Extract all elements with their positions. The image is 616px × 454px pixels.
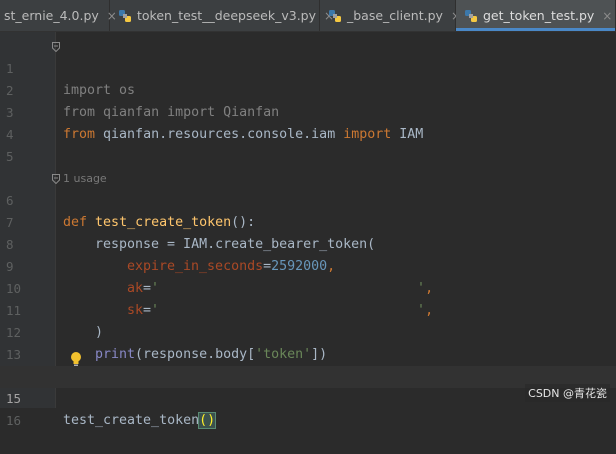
tab-token-test-deepseek[interactable]: token_test__deepseek_v3.py × — [110, 0, 334, 31]
python-file-icon — [119, 9, 131, 22]
code-line-12[interactable]: 12 print(response.body['token']) — [0, 300, 616, 362]
code-line-15[interactable]: 15 test_create_token() — [0, 366, 616, 429]
code-line-7[interactable]: 7 response = IAM.create_bearer_token( — [0, 190, 616, 252]
fold-marker-icon[interactable] — [52, 42, 60, 52]
tab-label: token_test__deepseek_v3.py — [137, 8, 316, 23]
code-line-1[interactable]: 1 import os — [0, 36, 616, 98]
function-call: test_create_token — [63, 413, 200, 428]
lightbulb-icon[interactable] — [70, 351, 82, 367]
fold-marker-icon[interactable] — [52, 174, 60, 184]
code-line-4[interactable]: 4 — [0, 102, 616, 142]
code-line-10[interactable]: 10 sk=' ', — [0, 256, 616, 318]
python-file-icon — [329, 9, 341, 22]
code-line-9[interactable]: 9 ak=' ', — [0, 234, 616, 296]
code-line-11[interactable]: 11 ) — [0, 278, 616, 340]
code-line-16[interactable]: 16 — [0, 388, 616, 428]
matched-parens: () — [198, 412, 217, 429]
line-number: 16 — [6, 413, 22, 428]
code-line-8[interactable]: 8 expire_in_seconds=2592000, — [0, 212, 616, 274]
editor-tab-bar: st_ernie_4.0.py × token_test__deepseek_v… — [0, 0, 616, 32]
tab-label: _base_client.py — [347, 8, 443, 23]
tab-label: get_token_test.py — [483, 8, 595, 23]
code-line-3[interactable]: 3 from qianfan.resources.console.iam imp… — [0, 80, 616, 142]
code-line-2[interactable]: 2 from qianfan import Qianfan — [0, 58, 616, 120]
tab-label: st_ernie_4.0.py — [4, 8, 99, 23]
code-editor[interactable]: 1 import os 2 from qianfan import Qianfa… — [0, 32, 616, 429]
tab-base-client[interactable]: _base_client.py × — [320, 0, 461, 31]
python-file-icon — [465, 9, 477, 22]
close-icon[interactable]: × — [602, 9, 612, 23]
code-line-13[interactable]: 13 — [0, 322, 616, 362]
code-line-5[interactable]: 5 — [0, 124, 616, 164]
code-line-14[interactable]: 14 — [0, 344, 616, 384]
tab-get-token-test[interactable]: get_token_test.py × — [456, 0, 616, 31]
tab-st-ernie[interactable]: st_ernie_4.0.py × — [0, 0, 117, 31]
code-line-6[interactable]: 6 def test_create_token(): — [0, 168, 616, 230]
watermark: CSDN @青花瓷 — [525, 384, 610, 402]
usage-hint-row: 1 usage — [0, 146, 616, 185]
